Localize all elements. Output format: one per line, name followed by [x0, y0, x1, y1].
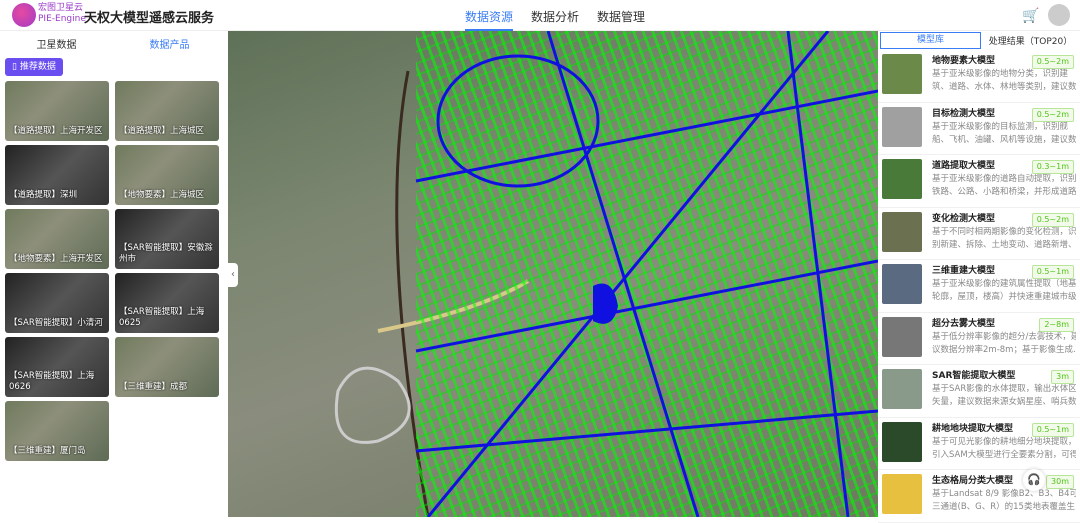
data-card[interactable]: 【三维重建】成都 — [115, 337, 219, 397]
model-desc: 基于亚米级影像的目标监测，识别舰 — [932, 121, 1069, 132]
data-card[interactable]: 【SAR智能提取】上海0626 — [5, 337, 109, 397]
resolution-badge: 0.5~2m — [1031, 212, 1074, 227]
model-item[interactable]: SAR智能提取大模型 基于SAR影像的水体提取，输出水体区域 矢量，建议数据来源… — [878, 365, 1080, 418]
logo-text: 宏图卫星云 PIE-Engine — [38, 3, 86, 25]
app-title: 天权大模型遥感云服务 — [84, 11, 215, 26]
model-desc: 铁路、公路、小路和桥梁，并形成道路... — [932, 187, 1076, 197]
data-card-label: 【地物要素】上海城区 — [119, 190, 205, 200]
model-desc: 基于SAR影像的水体提取，输出水体区域 — [932, 384, 1076, 394]
document-icon: ▯ — [12, 62, 20, 72]
model-thumbnail — [882, 316, 922, 357]
data-card[interactable]: 【SAR智能提取】上海0625 — [115, 273, 219, 333]
logo-en: PIE-Engine — [38, 14, 86, 24]
model-desc: 轮廓，屋顶，楼高）并快速重建城市级... — [932, 292, 1076, 302]
map-view[interactable]: ‹ — [228, 31, 878, 517]
data-card-label: 【SAR智能提取】安徽滁州市 — [119, 243, 213, 264]
resolution-badge: 0.5~2m — [1031, 107, 1074, 122]
resolution-badge: 0.5~1m — [1031, 265, 1074, 279]
model-item[interactable]: 变化检测大模型 基于不同时相两期影像的变化检测，识 别新建、拆除、土地变动、道路… — [878, 208, 1080, 260]
right-panel: 模型库 处理结果（TOP20） 地物要素大模型 基于亚米级影像的地物分类，识别建… — [878, 31, 1080, 523]
resolution-badge: 2~8m — [1039, 317, 1074, 332]
header: 宏图卫星云 PIE-Engine 天权大模型遥感云服务 数据资源 数据分析 数据管… — [0, 0, 1080, 31]
data-card[interactable]: 【SAR智能提取】安徽滁州市 — [115, 209, 219, 269]
resolution-badge: 0.3~1m — [1031, 160, 1074, 174]
model-item[interactable]: 目标检测大模型 基于亚米级影像的目标监测，识别舰 船、飞机、油罐、风机等设施，建… — [878, 103, 1080, 155]
road-extraction-lines — [415, 31, 878, 517]
data-card-label: 【道路提取】深圳 — [9, 190, 78, 200]
logo-icon — [12, 3, 36, 27]
data-card[interactable]: 【SAR智能提取】小清河 — [5, 273, 109, 333]
nav-data-analysis[interactable]: 数据分析 — [531, 8, 579, 31]
recommend-label: 推荐数据 — [19, 62, 56, 72]
data-card-label: 【三维重建】成都 — [119, 382, 188, 392]
model-item[interactable]: 三维重建大模型 基于亚米级影像的建筑属性提取（地基 轮廓，屋顶，楼高）并快速重建… — [878, 260, 1080, 313]
logo-cn: 宏图卫星云 — [38, 3, 84, 13]
tab-satellite-data[interactable]: 卫星数据 — [0, 36, 113, 51]
model-desc: 别新建、拆除、土地变动、道路新增、... — [932, 239, 1076, 250]
data-card[interactable]: 【地物要素】上海开发区 — [5, 209, 109, 269]
data-card-label: 【SAR智能提取】小清河 — [9, 318, 103, 328]
headset-support-icon[interactable]: 🎧 — [1023, 469, 1045, 491]
model-thumbnail — [882, 421, 922, 462]
collapse-left-panel-button[interactable]: ‹ — [228, 263, 238, 287]
model-thumbnail — [882, 159, 922, 199]
data-card[interactable]: 【地物要素】上海城区 — [115, 145, 219, 205]
model-item[interactable]: 超分去雾大模型 基于低分辨率影像的超分/去雾技术，建 议数据分辨率2m-8m；基… — [878, 313, 1080, 365]
left-panel: 卫星数据 数据产品 ▯ 推荐数据 【道路提取】上海开发区 【道路提取】上海城区【道… — [0, 31, 226, 517]
data-card-grid: 【道路提取】上海开发区 【道路提取】上海城区 【道路提取】深圳 【地物要素】上海城区【… — [5, 81, 219, 461]
model-desc: 基于不同时相两期影像的变化检测，识 — [932, 226, 1076, 237]
cart-icon[interactable]: 🛒 — [1022, 8, 1039, 24]
nav-data-resources[interactable]: 数据资源 — [465, 8, 514, 31]
tab-model-library[interactable]: 模型库 — [880, 32, 981, 49]
avatar[interactable] — [1048, 4, 1070, 26]
model-desc: 议数据分辨率2m-8m；基于影像生成... — [932, 344, 1076, 355]
model-desc: 基于亚米级影像的道路自动提取，识别 — [932, 174, 1076, 184]
model-desc: 船、飞机、油罐、风机等设施，建议数... — [932, 134, 1076, 145]
data-card-label: 【SAR智能提取】上海0625 — [119, 307, 205, 328]
data-card[interactable]: 【道路提取】深圳 — [5, 145, 109, 205]
model-desc: 筑、道路、水体、林地等类别，建议数... — [932, 82, 1076, 92]
main-nav: 数据资源 数据分析 数据管理 — [465, 8, 645, 31]
model-item[interactable]: 地物要素大模型 基于亚米级影像的地物分类，识别建 筑、道路、水体、林地等类别，建… — [878, 50, 1080, 103]
tab-processing-results[interactable]: 处理结果（TOP20） — [981, 34, 1080, 47]
data-card-label: 【道路提取】上海城区 — [119, 126, 205, 136]
model-list: 地物要素大模型 基于亚米级影像的地物分类，识别建 筑、道路、水体、林地等类别，建… — [878, 50, 1080, 523]
model-desc: 基于低分辨率影像的超分/去雾技术，建 — [932, 331, 1076, 342]
model-desc: 基于可见光影像的耕地细分地块提取， — [932, 436, 1076, 447]
model-desc: 三通道(B、G、R）的15类地表覆盖生... — [932, 502, 1076, 512]
model-item[interactable]: 生态格局分类大模型 基于Landsat 8/9 影像B2、B3、B4可见光 三通… — [878, 470, 1080, 523]
model-thumbnail — [882, 264, 922, 304]
model-desc: 基于亚米级影像的建筑属性提取（地基 — [932, 279, 1076, 289]
data-card-label: 【道路提取】上海开发区 — [9, 126, 103, 136]
resolution-badge: 3m — [1051, 370, 1074, 384]
data-card[interactable]: 【三维重建】厦门岛 — [5, 401, 109, 461]
model-item[interactable]: 道路提取大模型 基于亚米级影像的道路自动提取，识别 铁路、公路、小路和桥梁，并形… — [878, 155, 1080, 208]
model-desc: 矢量，建议数据来源女娲星座、哨兵数... — [932, 397, 1076, 407]
model-item[interactable]: 耕地地块提取大模型 基于可见光影像的耕地细分地块提取， 引入SAM大模型进行全要… — [878, 418, 1080, 470]
resolution-badge: 0.5~2m — [1031, 55, 1074, 69]
tab-data-products[interactable]: 数据产品 — [113, 36, 226, 51]
data-card[interactable]: 【道路提取】上海开发区 — [5, 81, 109, 141]
model-thumbnail — [882, 211, 922, 252]
nav-data-management[interactable]: 数据管理 — [597, 8, 645, 31]
model-desc: 引入SAM大模型进行全要素分割，可得... — [932, 449, 1076, 460]
data-card-label: 【SAR智能提取】上海0626 — [9, 371, 95, 392]
data-card-label: 【三维重建】厦门岛 — [9, 446, 86, 456]
data-card[interactable]: 【道路提取】上海城区 — [115, 81, 219, 141]
data-card-label: 【地物要素】上海开发区 — [9, 254, 103, 264]
model-thumbnail — [882, 369, 922, 409]
resolution-badge: 0.5~1m — [1031, 422, 1074, 437]
model-thumbnail — [882, 106, 922, 147]
model-desc: 基于Landsat 8/9 影像B2、B3、B4可见光 — [932, 489, 1076, 499]
model-thumbnail — [882, 54, 922, 94]
model-desc: 基于亚米级影像的地物分类，识别建 — [932, 69, 1069, 79]
resolution-badge: 30m — [1046, 475, 1074, 489]
model-thumbnail — [882, 474, 922, 514]
recommend-data-button[interactable]: ▯ 推荐数据 — [5, 58, 63, 76]
